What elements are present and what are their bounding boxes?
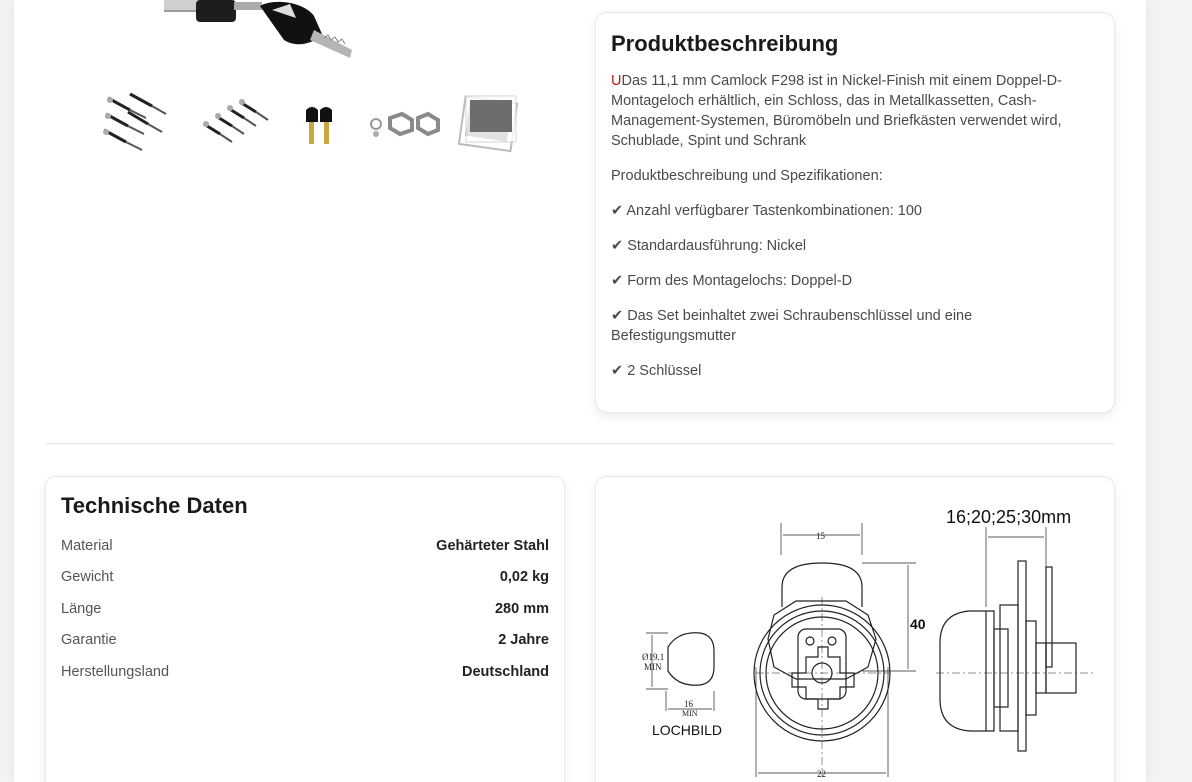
hole-min-label: MIN (644, 662, 662, 672)
check-icon: ✔ (611, 363, 624, 379)
check-icon: ✔ (611, 203, 624, 219)
thumbnail-placeholder[interactable] (452, 88, 528, 160)
spec-label: Material (61, 537, 113, 554)
spec-label: Herstellungsland (61, 663, 170, 680)
check-icon: ✔ (611, 238, 624, 254)
spec-row-warranty: Garantie 2 Jahre (61, 625, 549, 657)
description-lead: UDas 11,1 mm Camlock F298 ist in Nickel-… (611, 71, 1099, 151)
thumbnail-nuts[interactable] (366, 88, 442, 160)
spec-value: Gehärteter Stahl (436, 537, 549, 554)
description-lead-text: Das 11,1 mm Camlock F298 ist in Nickel-F… (611, 73, 1062, 149)
section-divider (45, 443, 1115, 444)
spec-label: Länge (61, 600, 102, 617)
technical-data-card: Technische Daten Material Gehärteter Sta… (45, 476, 565, 782)
feature-item: ✔ Das Set beinhaltet zwei Schraubenschlü… (611, 308, 973, 344)
hole-width-label: 16 (684, 699, 694, 709)
spec-row-weight: Gewicht 0,02 kg (61, 562, 549, 594)
spec-row-length: Länge 280 mm (61, 593, 549, 625)
check-icon: ✔ (611, 273, 624, 289)
spec-value: 2 Jahre (498, 632, 549, 649)
feature-item: ✔ Standardausführung: Nickel (611, 238, 807, 254)
thumbnail-lock-set-1[interactable] (100, 88, 176, 160)
bottom-width-label: 22 (817, 769, 826, 779)
main-product-image[interactable] (164, 0, 504, 70)
thumbnail-lock-set-2[interactable] (198, 88, 274, 160)
spec-row-country: Herstellungsland Deutschland (61, 656, 549, 688)
description-heading: Produktbeschreibung (611, 31, 839, 56)
feature-item: ✔ Form des Montagelochs: Doppel-D (611, 273, 853, 289)
page: Produktbeschreibung UDas 11,1 mm Camlock… (14, 0, 1146, 782)
hole-diameter-label: Ø19.1 (642, 652, 664, 662)
feature-item: ✔ 2 Schlüssel (611, 363, 702, 379)
spec-label: Gewicht (61, 569, 114, 586)
technical-drawing: Ø19.1 MIN 16 MIN 15 22 LOCHBILD 40 16;20… (642, 507, 1096, 779)
description-lead-letter: U (611, 73, 622, 89)
product-description-card: Produktbeschreibung UDas 11,1 mm Camlock… (595, 12, 1115, 413)
description-subheading: Produktbeschreibung und Spezifikationen: (611, 168, 883, 184)
thumbnail-strip (100, 88, 528, 160)
check-icon: ✔ (611, 308, 624, 324)
thumbnail-keys[interactable] (284, 88, 360, 160)
top-width-label: 15 (816, 531, 826, 541)
description-body: UDas 11,1 mm Camlock F298 ist in Nickel-… (611, 71, 1099, 381)
spec-label: Garantie (61, 632, 117, 649)
tech-heading: Technische Daten (61, 493, 248, 518)
length-label: 16;20;25;30mm (946, 507, 1071, 527)
spec-row-material: Material Gehärteter Stahl (61, 530, 549, 562)
spec-value: 280 mm (494, 600, 549, 617)
lochbild-caption: LOCHBILD (652, 722, 722, 738)
technical-drawing-card[interactable]: Ø19.1 MIN 16 MIN 15 22 LOCHBILD 40 16;20… (595, 476, 1115, 782)
spec-value: 0,02 kg (499, 569, 549, 586)
height-label: 40 (910, 616, 926, 632)
hole-width-min-label: MIN (682, 709, 698, 718)
spec-value: Deutschland (461, 663, 549, 680)
feature-item: ✔ Anzahl verfügbarer Tastenkombinationen… (611, 203, 922, 219)
